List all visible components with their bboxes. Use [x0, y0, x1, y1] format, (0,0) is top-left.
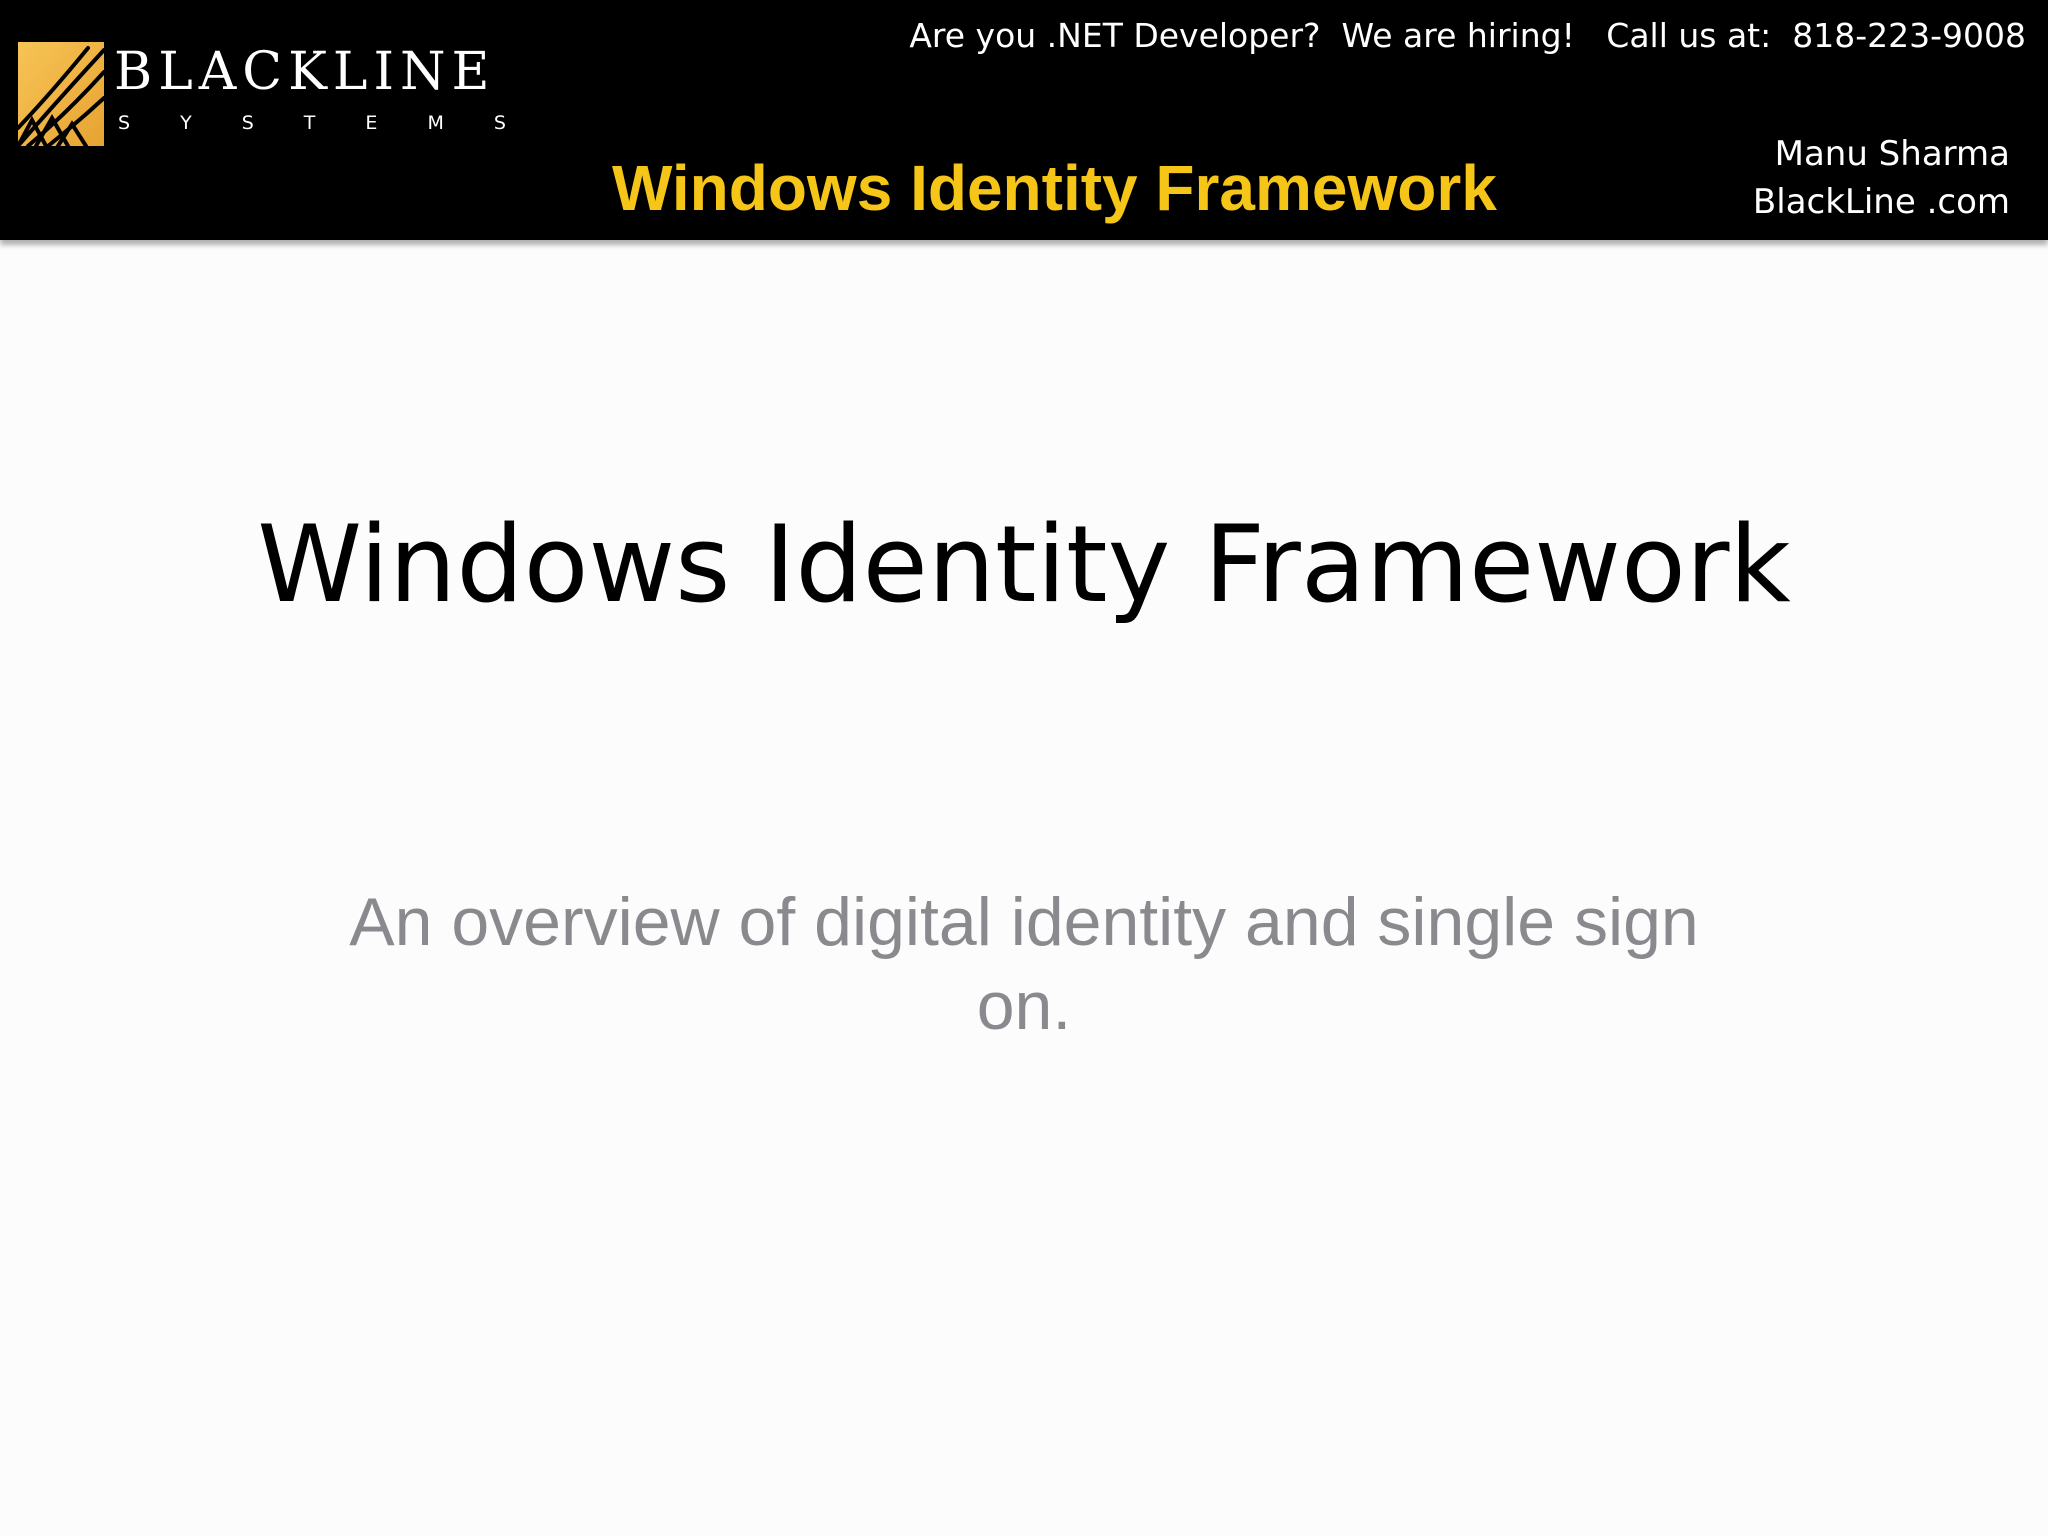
slide-title: Windows Identity Framework [257, 503, 1791, 626]
header-bar: BLACKLINE S Y S T E M S Are you .NET Dev… [0, 0, 2048, 240]
logo-tagline: S Y S T E M S [118, 114, 506, 133]
logo-wordmark: BLACKLINE [114, 42, 496, 102]
blackline-logo-mark-icon [18, 42, 104, 146]
blackline-logo: BLACKLINE S Y S T E M S [18, 42, 506, 148]
logo-tagline-letter: E [365, 112, 378, 134]
logo-tagline-letter: T [303, 112, 316, 134]
presenter-site: BlackLine .com [1752, 182, 2010, 222]
logo-tagline-letter: S [493, 112, 506, 134]
slide: BLACKLINE S Y S T E M S Are you .NET Dev… [0, 0, 2048, 1536]
logo-tagline-letter: S [241, 112, 254, 134]
logo-tagline-letter: S [118, 112, 131, 134]
presenter-info: Manu Sharma BlackLine .com [1753, 130, 2010, 226]
header-title: Windows Identity Framework [612, 152, 1497, 224]
logo-tagline-letter: M [427, 112, 444, 134]
slide-subtitle: An overview of digital identity and sing… [349, 884, 1699, 1044]
logo-tagline-letter: Y [180, 112, 192, 134]
hiring-banner-text: Are you .NET Developer? We are hiring! C… [909, 16, 2026, 55]
presenter-name: Manu Sharma [1774, 134, 2010, 174]
